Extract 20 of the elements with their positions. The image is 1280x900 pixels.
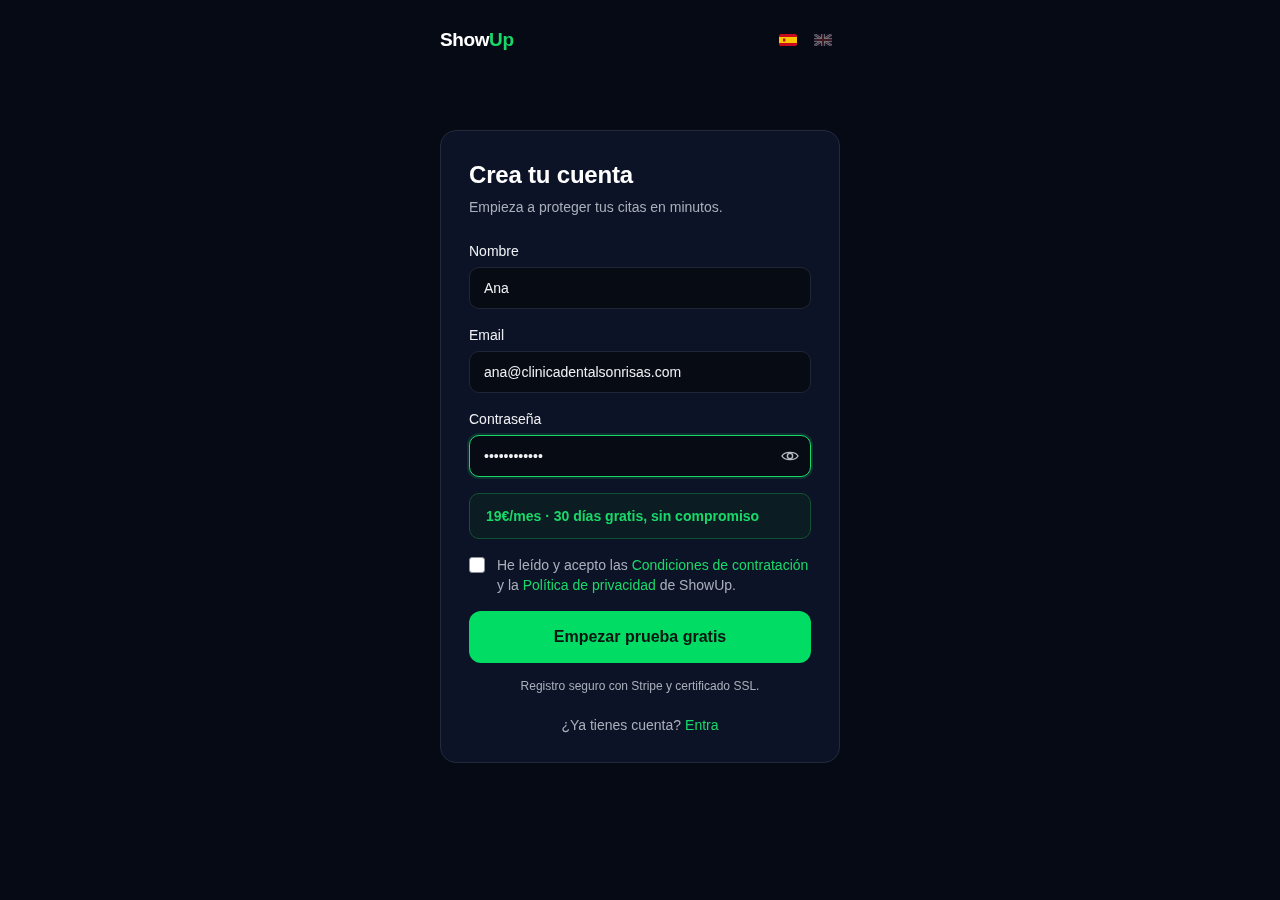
card-title: Crea tu cuenta (469, 160, 635, 190)
spain-flag-icon[interactable] (779, 34, 797, 46)
input-field[interactable]: Ana (469, 267, 811, 309)
uk-flag-icon[interactable] (814, 34, 832, 46)
card-subtitle: Empieza a proteger tus citas en minutos. (469, 198, 724, 217)
input-field[interactable]: ana@clinicadentalsonrisas.com (469, 351, 811, 393)
terms-text: He leído y acepto las Condiciones de contratación y la Política de privacidad de ShowUp. (497, 556, 810, 595)
pricing-banner: 19€/mes · 30 días gratis, sin compromiso (469, 493, 811, 539)
terms-checkbox[interactable] (469, 557, 485, 573)
secure-note: Registro seguro con Stripe y certificado SSL. (519, 678, 761, 694)
start-trial-button[interactable]: Empezar prueba gratis (469, 611, 811, 663)
logo[interactable]: ShowUp (440, 29, 514, 51)
login-prompt: ¿Ya tienes cuenta? (561, 717, 682, 733)
field-label: Email (469, 326, 505, 345)
field-label: Contraseña (469, 410, 543, 429)
field-label: Nombre (469, 242, 520, 261)
login-link[interactable]: Entra (685, 717, 719, 733)
password-field[interactable]: •••••••••••• (469, 435, 811, 477)
terms-link[interactable]: Condiciones de contratación (631, 557, 809, 573)
terms-link[interactable]: Política de privacidad (522, 577, 656, 593)
